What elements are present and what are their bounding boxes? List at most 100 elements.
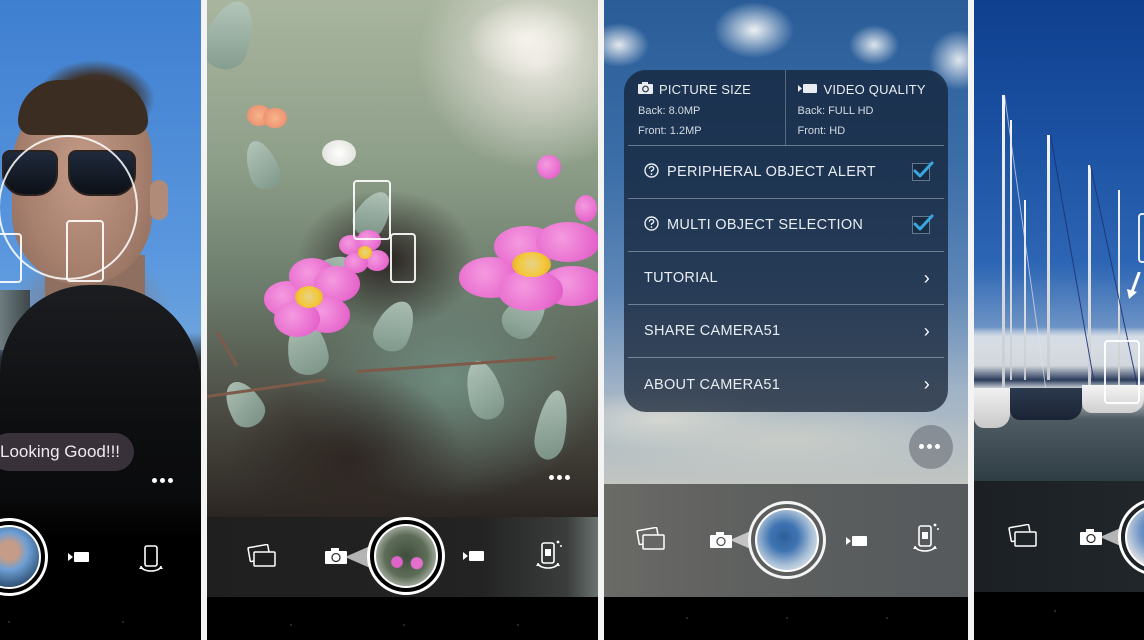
flower-orange [247, 105, 287, 131]
peripheral-object-alert-row[interactable]: PERIPHERAL OBJECT ALERT [628, 146, 944, 199]
peripheral-object-box[interactable] [0, 233, 22, 283]
shutter-button[interactable] [0, 518, 48, 596]
nav-back-button[interactable] [290, 624, 292, 626]
flower-right [459, 222, 598, 311]
shutter-button[interactable] [1118, 498, 1144, 576]
checkmark-icon [913, 161, 934, 178]
camera-control-bar [207, 517, 598, 597]
shutter-preview-thumbnail [1125, 505, 1144, 569]
multi-object-selection-checkbox[interactable] [912, 214, 934, 234]
picture-size-front: Front: 1.2MP [638, 125, 702, 137]
about-camera51-label: ABOUT CAMERA51 [644, 376, 781, 393]
more-options-icon[interactable] [152, 478, 173, 483]
boat-hull [1010, 388, 1082, 420]
peripheral-alert-arrow-icon [1126, 272, 1142, 300]
tutorial-row[interactable]: TUTORIAL › [628, 252, 944, 305]
picture-size-setting[interactable]: PICTURE SIZE Back: 8.0MP Front: 1.2MP [628, 70, 785, 145]
photo-mode-icon[interactable] [325, 548, 347, 564]
nav-home-button[interactable] [403, 624, 405, 626]
shutter-preview-thumbnail [755, 508, 819, 572]
boat-mast [1047, 135, 1050, 380]
object-selection-box[interactable] [66, 220, 104, 282]
leaf [239, 136, 285, 194]
screen-selfie: Looking Good!!! [0, 0, 201, 640]
chevron-right-icon: › [923, 320, 930, 341]
subject-ear [150, 180, 168, 220]
shutter-preview-thumbnail [374, 524, 438, 588]
shutter-button[interactable] [367, 517, 445, 595]
photo-mode-icon[interactable] [1080, 529, 1102, 545]
more-options-icon[interactable] [549, 475, 570, 480]
nav-back-button[interactable] [686, 617, 688, 619]
selfie-camera-icon[interactable] [912, 522, 940, 558]
object-selection-box[interactable] [353, 180, 391, 240]
system-nav-bar [974, 592, 1144, 640]
peripheral-object-box[interactable] [1138, 213, 1144, 263]
peripheral-object-alert-label: PERIPHERAL OBJECT ALERT [667, 164, 876, 180]
flower-bud [575, 195, 598, 225]
camera-control-bar [604, 484, 968, 597]
nav-back-button[interactable] [8, 621, 10, 623]
nav-home-button[interactable] [786, 617, 788, 619]
object-selection-box-secondary[interactable] [390, 233, 416, 283]
video-quality-title: VIDEO QUALITY [823, 82, 926, 97]
boat-hull [974, 388, 1010, 428]
peripheral-object-alert-checkbox[interactable] [912, 161, 934, 181]
help-icon[interactable] [644, 162, 659, 182]
shutter-button[interactable] [748, 501, 826, 579]
leaf [367, 294, 423, 358]
screen-marina [974, 0, 1144, 640]
video-mode-icon[interactable] [68, 551, 90, 563]
leaf [531, 387, 573, 463]
leaf [207, 0, 263, 76]
video-quality-setting[interactable]: VIDEO QUALITY Back: FULL HD Front: HD [784, 70, 945, 145]
plant-stem [215, 330, 239, 367]
shutter-preview-thumbnail [0, 525, 41, 589]
camera-icon [638, 82, 653, 97]
gallery-icon[interactable] [1008, 524, 1038, 548]
nav-back-button[interactable] [1054, 610, 1056, 612]
tutorial-label: TUTORIAL [644, 270, 718, 286]
plant-stem [356, 356, 557, 373]
plant-stem [207, 378, 327, 398]
about-camera51-row[interactable]: ABOUT CAMERA51 › [628, 358, 944, 411]
flower-bud [537, 155, 567, 185]
video-quality-back: Back: FULL HD [797, 105, 874, 117]
nav-recents-button[interactable] [886, 617, 888, 619]
nav-recents-button[interactable] [517, 624, 519, 626]
more-options-button[interactable] [909, 425, 953, 469]
help-icon[interactable] [644, 215, 659, 235]
checkmark-icon [913, 214, 934, 231]
multi-object-selection-label: MULTI OBJECT SELECTION [667, 217, 864, 233]
gallery-icon[interactable] [636, 527, 666, 551]
camera-control-bar [0, 500, 201, 597]
settings-panel: PICTURE SIZE Back: 8.0MP Front: 1.2MP VI… [624, 70, 948, 412]
subject-hair [18, 80, 148, 135]
nav-home-button[interactable] [122, 621, 124, 623]
video-mode-icon[interactable] [846, 535, 868, 547]
chevron-right-icon: › [923, 267, 930, 288]
share-camera51-row[interactable]: SHARE CAMERA51 › [628, 305, 944, 358]
flower-white [322, 140, 356, 166]
system-nav-bar [0, 597, 201, 640]
video-camera-icon [797, 82, 818, 97]
object-selection-box[interactable] [1104, 340, 1140, 404]
switch-camera-icon[interactable] [138, 544, 164, 576]
video-quality-front: Front: HD [797, 125, 846, 137]
screen-flowers [207, 0, 598, 640]
screen-settings: PICTURE SIZE Back: 8.0MP Front: 1.2MP VI… [604, 0, 968, 640]
leaf [459, 356, 509, 424]
multi-object-selection-row[interactable]: MULTI OBJECT SELECTION [628, 199, 944, 252]
feedback-toast: Looking Good!!! [0, 433, 135, 471]
leaf [217, 374, 271, 434]
system-nav-bar [604, 597, 968, 640]
video-mode-icon[interactable] [463, 550, 485, 562]
camera-viewfinder[interactable] [974, 0, 1144, 481]
photo-mode-icon[interactable] [710, 532, 732, 548]
gallery-icon[interactable] [247, 544, 277, 568]
boat-mast [1002, 95, 1005, 395]
quality-settings: PICTURE SIZE Back: 8.0MP Front: 1.2MP VI… [628, 70, 944, 146]
share-camera51-label: SHARE CAMERA51 [644, 323, 781, 339]
picture-size-back: Back: 8.0MP [638, 105, 701, 117]
selfie-camera-icon[interactable] [535, 539, 563, 575]
